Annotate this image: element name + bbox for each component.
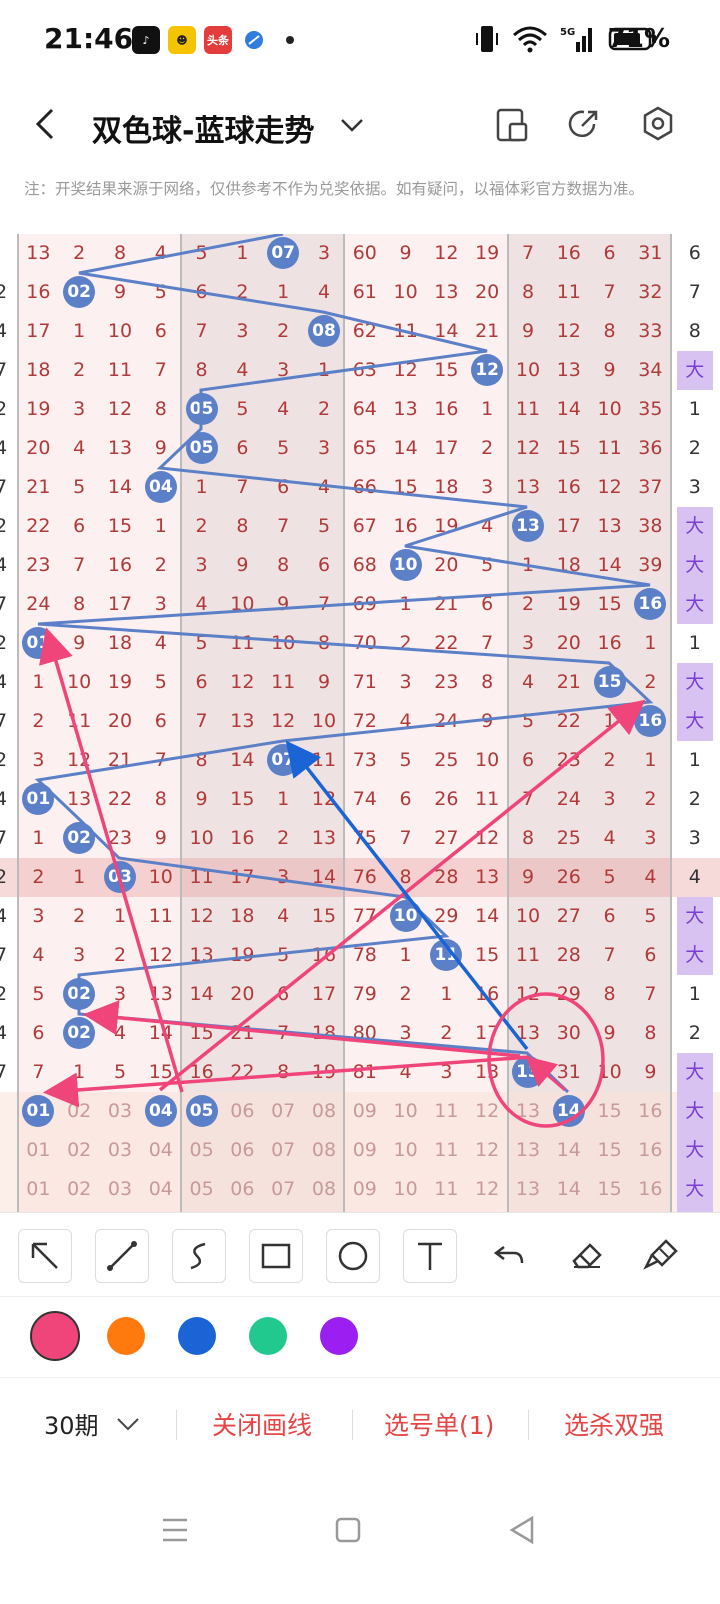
pink-arrow [83,1000,521,1058]
color-palette [0,1296,720,1378]
signal-5g-icon: 5G [560,27,592,52]
browser-icon [240,26,268,54]
period-selector[interactable]: 30期 [44,1406,142,1441]
rectangle-tool-button[interactable] [249,1229,303,1283]
arrow-tool-button[interactable] [18,1229,72,1283]
color-swatch-purple[interactable] [320,1317,358,1355]
system-nav-bar [0,1480,720,1604]
notification-icons: ♪ ☻ 头条 [132,26,294,54]
back-icon[interactable] [502,1510,542,1550]
arrow-tool-icon [31,1242,58,1269]
bottom-action-bar: 30期 关闭画线 选号单(1) 选杀双强 [0,1378,720,1468]
game-icon: ☻ [168,26,196,54]
freehand-tool-button[interactable] [172,1229,226,1283]
vibrate-icon [476,26,498,52]
back-arrow-icon[interactable] [30,104,60,144]
divider [352,1410,353,1440]
header: 双色球-蓝球走势 [0,80,720,170]
toutiao-icon: 头条 [204,26,232,54]
color-swatch-green[interactable] [249,1317,287,1355]
circle-tool-icon [338,1241,368,1271]
color-swatch-orange[interactable] [107,1317,145,1355]
close-lines-button[interactable]: 关闭画线 [212,1406,312,1442]
pick-kill-button[interactable]: 选杀双强 [564,1406,664,1442]
rectangle-tool-icon [261,1243,291,1269]
chevron-down-icon [117,1418,139,1431]
battery-percent: 71% [607,24,670,54]
blue-arrow [285,740,529,1051]
tiktok-icon: ♪ [132,26,160,54]
color-swatch-pink[interactable] [30,1311,80,1361]
status-bar: 21:46 ♪ ☻ 头条 5G 71% [0,0,720,80]
settings-icon[interactable] [638,102,678,146]
clear-brush-icon[interactable] [636,1229,688,1281]
menu-icon[interactable] [155,1510,195,1550]
more-notifications-dot [286,36,294,44]
disclaimer-text: 注：开奖结果来源于网络，仅供参考不作为兑奖依据。如有疑问，以福体彩官方数据为准。 [24,180,645,198]
pink-arrow [43,1055,531,1108]
drawing-overlay[interactable] [0,234,720,1212]
color-swatch-blue[interactable] [178,1317,216,1355]
period-label: 30期 [44,1412,99,1440]
pink-arrow [158,699,646,1092]
svg-text:5G: 5G [560,27,575,38]
line-tool-icon [107,1241,137,1271]
chevron-down-icon[interactable] [337,114,367,138]
pick-list-button[interactable]: 选号单(1) [384,1406,494,1442]
circle-tool-button[interactable] [326,1229,380,1283]
line-tool-button[interactable] [95,1229,149,1283]
trend-chart[interactable]: 13 2 8 4 5 1 07 3 60 9 12 19 7 16 6 31 6 2 16 02 9 5 6 2 1 4 61 10 1… [0,234,720,1212]
wifi-icon [513,26,547,53]
share-icon[interactable] [564,102,604,146]
drawing-toolbar [0,1212,720,1297]
text-tool-icon [418,1242,442,1270]
undo-icon[interactable] [484,1229,536,1281]
freehand-tool-icon [190,1242,206,1270]
home-icon[interactable] [328,1510,368,1550]
eraser-icon[interactable] [560,1229,612,1281]
trend-line [34,234,654,1094]
clock: 21:46 [44,22,134,55]
page-title[interactable]: 双色球-蓝球走势 [92,106,314,150]
divider [176,1410,177,1440]
phone-rotate-icon[interactable] [492,102,532,146]
text-tool-button[interactable] [403,1229,457,1283]
pink-arrow [525,1056,566,1092]
divider [528,1410,529,1440]
